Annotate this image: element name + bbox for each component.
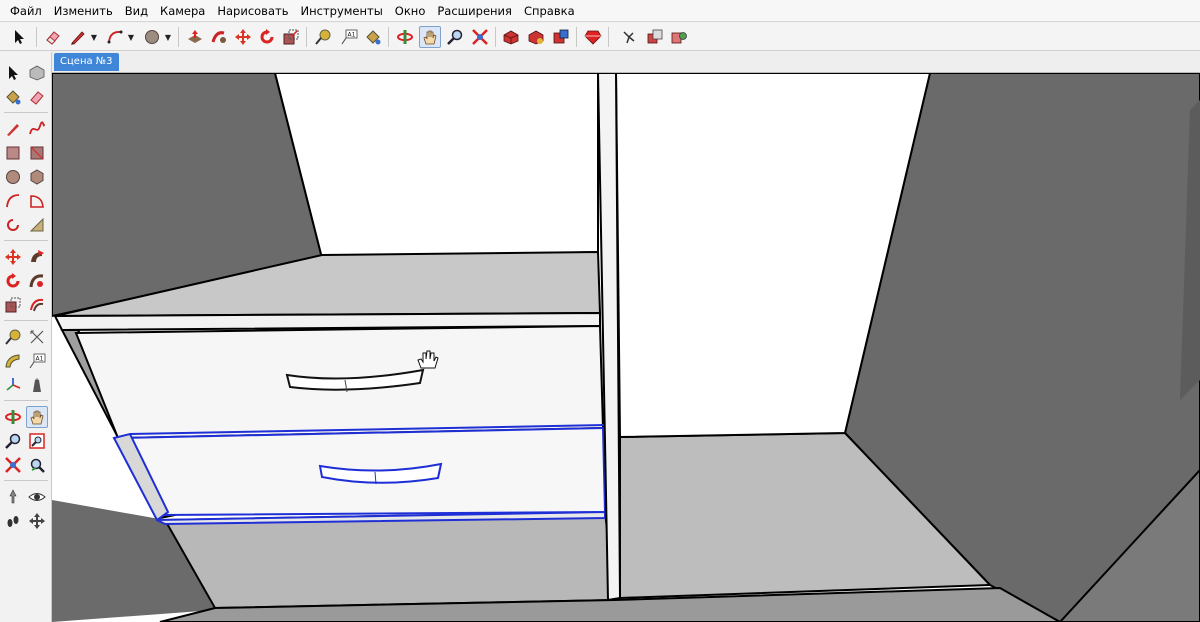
follow-me-icon[interactable] (208, 26, 230, 48)
rotate-icon[interactable] (2, 270, 24, 292)
palette-separator (4, 112, 48, 113)
menu-help[interactable]: Справка (518, 0, 581, 22)
text-icon[interactable]: A1 (26, 350, 48, 372)
toolbar-separator (495, 27, 496, 47)
two-point-arc-icon[interactable] (2, 214, 24, 236)
rotated-rectangle-icon[interactable] (26, 142, 48, 164)
menu-bar: Файл Изменить Вид Камера Нарисовать Инст… (0, 0, 1200, 22)
polygon-icon[interactable] (26, 166, 48, 188)
tool-palette: A1 (0, 52, 52, 622)
component-icon[interactable] (26, 62, 48, 84)
material-icon[interactable] (668, 26, 690, 48)
push-pull-icon[interactable] (26, 246, 48, 268)
bottom-floor (163, 510, 617, 610)
follow-me-icon[interactable] (26, 270, 48, 292)
toolbar-separator (306, 27, 307, 47)
select-arrow-icon[interactable] (8, 26, 30, 48)
eraser-icon[interactable] (26, 86, 48, 108)
arc-icon[interactable] (2, 190, 24, 212)
component-icon[interactable] (644, 26, 666, 48)
dropdown-arrow-icon[interactable]: ▼ (164, 33, 172, 42)
scale-icon[interactable] (280, 26, 302, 48)
three-point-arc-icon[interactable] (26, 214, 48, 236)
paint-bucket-icon[interactable] (2, 86, 24, 108)
dropdown-arrow-icon[interactable]: ▼ (127, 33, 135, 42)
push-pull-icon[interactable] (184, 26, 206, 48)
offset-icon[interactable] (26, 294, 48, 316)
extension-warehouse-icon[interactable] (550, 26, 572, 48)
toolbar-separator (36, 27, 37, 47)
tape-measure-icon[interactable] (312, 26, 334, 48)
axes-icon[interactable] (2, 374, 24, 396)
pan-icon[interactable] (419, 26, 441, 48)
palette-separator (4, 240, 48, 241)
paint-bucket-icon[interactable] (362, 26, 384, 48)
dimension-icon[interactable] (26, 326, 48, 348)
toolbar-separator (608, 27, 609, 47)
scale-icon[interactable] (2, 294, 24, 316)
section-plane-icon[interactable] (26, 510, 48, 532)
menu-extensions[interactable]: Расширения (431, 0, 518, 22)
scene-tab-bar: Сцена №3 (52, 52, 1200, 73)
get-models-icon[interactable] (500, 26, 522, 48)
ruby-console-icon[interactable] (582, 26, 604, 48)
toolbar-separator (576, 27, 577, 47)
palette-separator (4, 400, 48, 401)
zoom-extents-icon[interactable] (469, 26, 491, 48)
svg-text:A1: A1 (36, 356, 44, 363)
circle-icon[interactable] (141, 26, 163, 48)
select-icon[interactable] (2, 62, 24, 84)
menu-file[interactable]: Файл (4, 0, 48, 22)
dropdown-arrow-icon[interactable]: ▼ (90, 33, 98, 42)
rectangle-icon[interactable] (2, 142, 24, 164)
left-back-panel (273, 73, 599, 260)
menu-window[interactable]: Окно (389, 0, 432, 22)
arc-icon[interactable] (104, 26, 126, 48)
orbit-icon[interactable] (2, 406, 24, 428)
text-label-icon[interactable]: A1 (338, 26, 360, 48)
share-model-icon[interactable] (525, 26, 547, 48)
palette-separator (4, 320, 48, 321)
protractor-icon[interactable] (2, 350, 24, 372)
freehand-icon[interactable] (26, 118, 48, 140)
main-toolbar: ▼ ▼ ▼ A1 (0, 23, 1200, 51)
walk-icon[interactable] (618, 26, 640, 48)
orbit-icon[interactable] (394, 26, 416, 48)
rotate-icon[interactable] (256, 26, 278, 48)
position-camera-icon[interactable] (2, 486, 24, 508)
pan-icon[interactable] (26, 406, 48, 428)
zoom-icon[interactable] (444, 26, 466, 48)
circle-icon[interactable] (2, 166, 24, 188)
zoom-extents-icon[interactable] (2, 454, 24, 476)
pie-icon[interactable] (26, 190, 48, 212)
toolbar-separator (178, 27, 179, 47)
svg-text:A1: A1 (348, 32, 356, 39)
zoom-icon[interactable] (2, 430, 24, 452)
viewport-canvas (52, 73, 1200, 622)
menu-edit[interactable]: Изменить (48, 0, 119, 22)
menu-view[interactable]: Вид (119, 0, 154, 22)
tape-measure-icon[interactable] (2, 326, 24, 348)
menu-tools[interactable]: Инструменты (295, 0, 389, 22)
line-icon[interactable] (2, 118, 24, 140)
eraser-icon[interactable] (42, 26, 64, 48)
move-icon[interactable] (232, 26, 254, 48)
walk-icon[interactable] (2, 510, 24, 532)
model-viewport[interactable] (52, 73, 1200, 622)
pencil-line-icon[interactable] (67, 26, 89, 48)
previous-view-icon[interactable] (26, 454, 48, 476)
palette-separator (4, 480, 48, 481)
zoom-window-icon[interactable] (26, 430, 48, 452)
toolbar-separator (388, 27, 389, 47)
look-around-icon[interactable] (26, 486, 48, 508)
scene-tab[interactable]: Сцена №3 (54, 53, 119, 71)
3d-text-icon[interactable] (26, 374, 48, 396)
menu-camera[interactable]: Камера (154, 0, 211, 22)
menu-draw[interactable]: Нарисовать (211, 0, 294, 22)
move-icon[interactable] (2, 246, 24, 268)
